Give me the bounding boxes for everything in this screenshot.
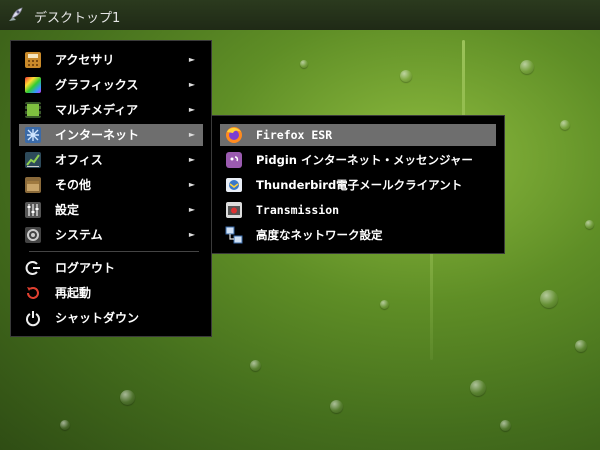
settings-icon — [25, 202, 41, 218]
submenu-arrow-icon: ► — [188, 55, 195, 64]
menu-item-label: 設定 — [55, 203, 80, 217]
menu-item-settings[interactable]: 設定 ► — [19, 199, 203, 221]
rocket-icon[interactable] — [6, 6, 24, 24]
menu-item-graphics[interactable]: グラフィックス ► — [19, 74, 203, 96]
submenu-item-network-settings[interactable]: 高度なネットワーク設定 — [220, 224, 496, 246]
menu-item-label: オフィス — [55, 153, 103, 167]
menu-item-label: Pidgin インターネット・メッセンジャー — [256, 153, 473, 167]
thunderbird-icon — [226, 178, 242, 192]
menu-item-office[interactable]: オフィス ► — [19, 149, 203, 171]
menu-item-label: その他 — [55, 178, 92, 192]
transmission-icon — [226, 202, 242, 218]
submenu-arrow-icon: ► — [188, 230, 195, 239]
logout-icon — [25, 261, 40, 275]
menu-separator — [29, 251, 199, 252]
submenu-arrow-icon: ► — [188, 180, 195, 189]
menu-item-label: 高度なネットワーク設定 — [256, 228, 383, 242]
menu-item-label: インターネット — [55, 128, 140, 142]
multimedia-icon — [25, 102, 41, 118]
pidgin-icon — [226, 152, 242, 168]
menu-item-label: アクセサリ — [55, 53, 115, 67]
submenu-arrow-icon: ► — [188, 130, 195, 139]
shutdown-icon — [26, 311, 40, 327]
menu-item-logout[interactable]: ログアウト — [19, 257, 203, 279]
menu-item-label: Firefox ESR — [256, 128, 333, 142]
application-menu: アクセサリ ► グラフィックス ► マルチメディア ► インターネット ► オフ… — [10, 40, 212, 337]
menu-item-internet[interactable]: インターネット ► — [19, 124, 203, 146]
submenu-arrow-icon: ► — [188, 205, 195, 214]
accessories-icon — [25, 52, 41, 68]
menu-item-label: マルチメディア — [55, 103, 139, 117]
menu-item-multimedia[interactable]: マルチメディア ► — [19, 99, 203, 121]
menu-item-label: Transmission — [256, 203, 340, 217]
internet-submenu: Firefox ESR Pidgin インターネット・メッセンジャー Thund… — [211, 115, 505, 254]
system-icon — [25, 227, 41, 243]
menu-item-label: ログアウト — [55, 261, 116, 275]
internet-icon — [25, 127, 41, 143]
menu-item-label: システム — [55, 228, 103, 242]
submenu-arrow-icon: ► — [188, 80, 195, 89]
menu-item-label: グラフィックス — [55, 78, 139, 92]
desktop-title: デスクトップ1 — [34, 11, 121, 26]
reboot-icon — [27, 287, 39, 299]
top-panel: デスクトップ1 — [0, 0, 600, 30]
menu-item-accessories[interactable]: アクセサリ ► — [19, 49, 203, 71]
graphics-icon — [25, 77, 41, 93]
submenu-item-firefox[interactable]: Firefox ESR — [220, 124, 496, 146]
firefox-icon — [226, 127, 242, 143]
menu-item-reboot[interactable]: 再起動 — [19, 282, 203, 304]
submenu-item-transmission[interactable]: Transmission — [220, 199, 496, 221]
menu-item-system[interactable]: システム ► — [19, 224, 203, 246]
submenu-item-pidgin[interactable]: Pidgin インターネット・メッセンジャー — [220, 149, 496, 171]
menu-item-shutdown[interactable]: シャットダウン — [19, 307, 203, 329]
menu-item-label: Thunderbird電子メールクライアント — [256, 178, 463, 192]
submenu-arrow-icon: ► — [188, 155, 195, 164]
menu-item-label: 再起動 — [55, 286, 92, 300]
network-settings-icon — [225, 226, 243, 244]
submenu-arrow-icon: ► — [188, 105, 195, 114]
other-icon — [25, 177, 41, 193]
office-icon — [25, 152, 41, 168]
menu-item-label: シャットダウン — [55, 311, 140, 325]
menu-item-other[interactable]: その他 ► — [19, 174, 203, 196]
submenu-item-thunderbird[interactable]: Thunderbird電子メールクライアント — [220, 174, 496, 196]
